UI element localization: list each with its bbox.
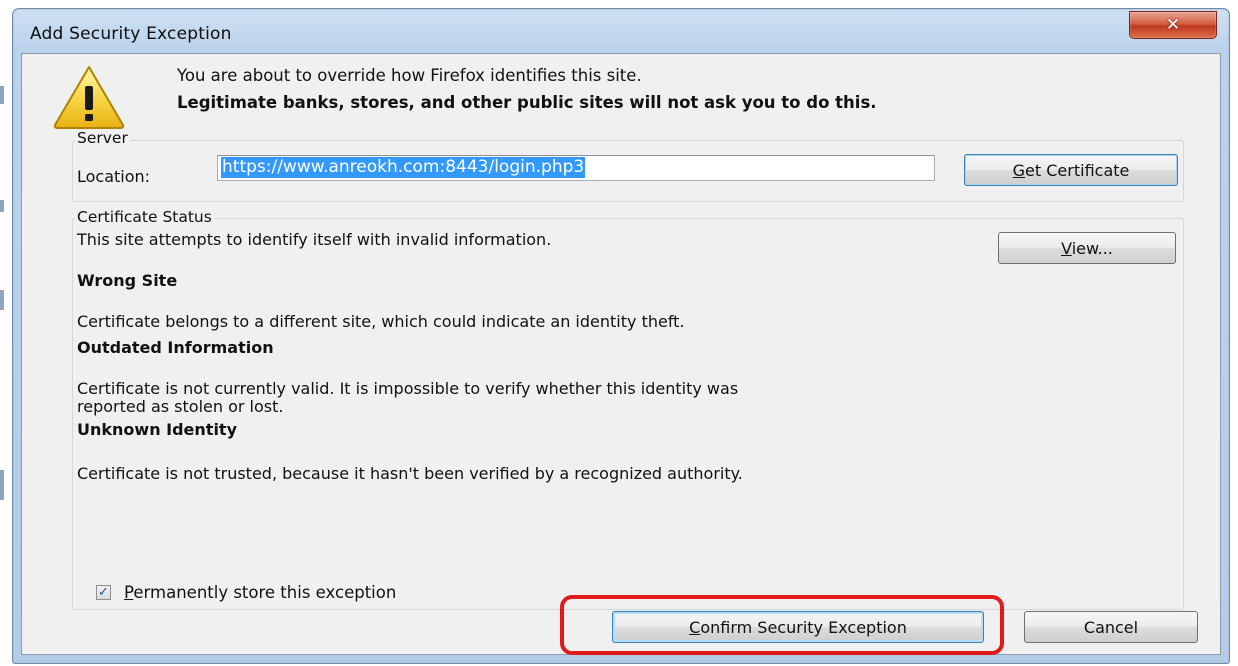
wrong-site-text: Certificate belongs to a different site,… (77, 312, 685, 331)
permanent-store-label[interactable]: Permanently store this exception (124, 583, 396, 602)
location-label: Location: (77, 167, 151, 186)
warning-icon (53, 66, 125, 129)
background-edge-mark (0, 200, 4, 212)
outdated-heading: Outdated Information (77, 338, 274, 357)
wrong-site-heading: Wrong Site (77, 271, 178, 290)
dialog-client-area: You are about to override how Firefox id… (21, 53, 1221, 655)
title-bar[interactable]: Add Security Exception ✕ (13, 9, 1229, 55)
outdated-text-line1: Certificate is not currently valid. It i… (77, 379, 739, 398)
close-button[interactable]: ✕ (1129, 11, 1217, 39)
permanent-store-checkbox[interactable]: ✓ (96, 585, 111, 600)
warning-emphasis: Legitimate banks, stores, and other publ… (177, 93, 877, 112)
certificate-status-group-label: Certificate Status (75, 208, 215, 226)
outdated-text-line2: reported as stolen or lost. (77, 397, 284, 416)
unknown-identity-heading: Unknown Identity (77, 420, 238, 439)
status-summary: This site attempts to identify itself wi… (77, 230, 552, 249)
background-edge-mark (0, 470, 4, 500)
server-group-label: Server (75, 129, 131, 147)
unknown-identity-text: Certificate is not trusted, because it h… (77, 464, 743, 483)
highlight-annotation-ring (560, 595, 1004, 655)
background-edge-mark (0, 86, 4, 104)
screen: Add Security Exception ✕ You are about t… (0, 0, 1238, 666)
close-icon: ✕ (1165, 15, 1181, 35)
get-certificate-label: Get Certificate (1012, 160, 1130, 180)
get-certificate-button[interactable]: Get Certificate (964, 154, 1178, 186)
cancel-button[interactable]: Cancel (1024, 611, 1198, 643)
cancel-label: Cancel (1083, 617, 1139, 637)
location-input[interactable]: https://www.anreokh.com:8443/login.php3 (217, 155, 935, 181)
view-label: View... (1061, 238, 1113, 258)
warning-message: You are about to override how Firefox id… (177, 66, 642, 85)
view-button[interactable]: View... (998, 232, 1176, 264)
add-security-exception-dialog: Add Security Exception ✕ You are about t… (12, 8, 1230, 664)
window-title: Add Security Exception (30, 24, 232, 44)
checkmark-icon: ✓ (98, 585, 109, 600)
location-value: https://www.anreokh.com:8443/login.php3 (221, 157, 586, 178)
background-edge-mark (0, 290, 4, 310)
